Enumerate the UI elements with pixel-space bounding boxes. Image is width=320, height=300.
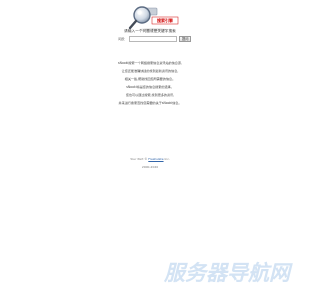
description-line: 让您还能准确快捷的找到最新资讯的信息,	[121, 69, 179, 73]
site-logo[interactable]: 搜索引擎	[127, 3, 179, 31]
description-line: 您也可以通过搜索,找到更多的资讯,	[125, 93, 175, 97]
copyright-suffix: Inc.	[164, 157, 170, 161]
description-line: sNooki搜索一个网络搜索信息资讯站的信息源,	[118, 61, 182, 65]
search-prompt: 请输入一个问题或是关键字搜索	[124, 29, 176, 33]
watermark-logo: 服务器导航网	[164, 261, 290, 285]
copyright-link[interactable]: Freshslate	[148, 157, 163, 161]
copyright-prefix: Your Part ©	[130, 157, 148, 161]
copyright-years: 2000-2020	[141, 165, 159, 169]
search-button[interactable]: 提问	[179, 35, 192, 42]
description-line: 并来进行搜索查找您需要的关于sNooki信息。	[118, 101, 182, 105]
site-description: sNooki搜索一个网络搜索信息资讯站的信息源, 让您还能准确快捷的找到最新资讯…	[0, 59, 300, 107]
search-prefix-label: 问题：	[118, 36, 128, 41]
search-form: 问题： 提问	[118, 35, 192, 42]
footer: Your Part © Freshslate Inc. 2000-2020	[0, 155, 300, 171]
copyright-line: Your Part © Freshslate Inc.	[0, 155, 300, 163]
search-input[interactable]	[129, 35, 178, 42]
description-line: 相关一些,帮助找回您所需要的信息。	[124, 77, 176, 81]
page: 搜索引擎 请输入一个问题或是关键字搜索 问题： 提问 sNooki搜索一个网络搜…	[0, 0, 300, 300]
description-line: sNooki将是您的信息搜索的选择。	[126, 85, 174, 89]
logo-brand-text: 搜索引擎	[157, 18, 173, 23]
magnifier-icon	[128, 6, 179, 31]
